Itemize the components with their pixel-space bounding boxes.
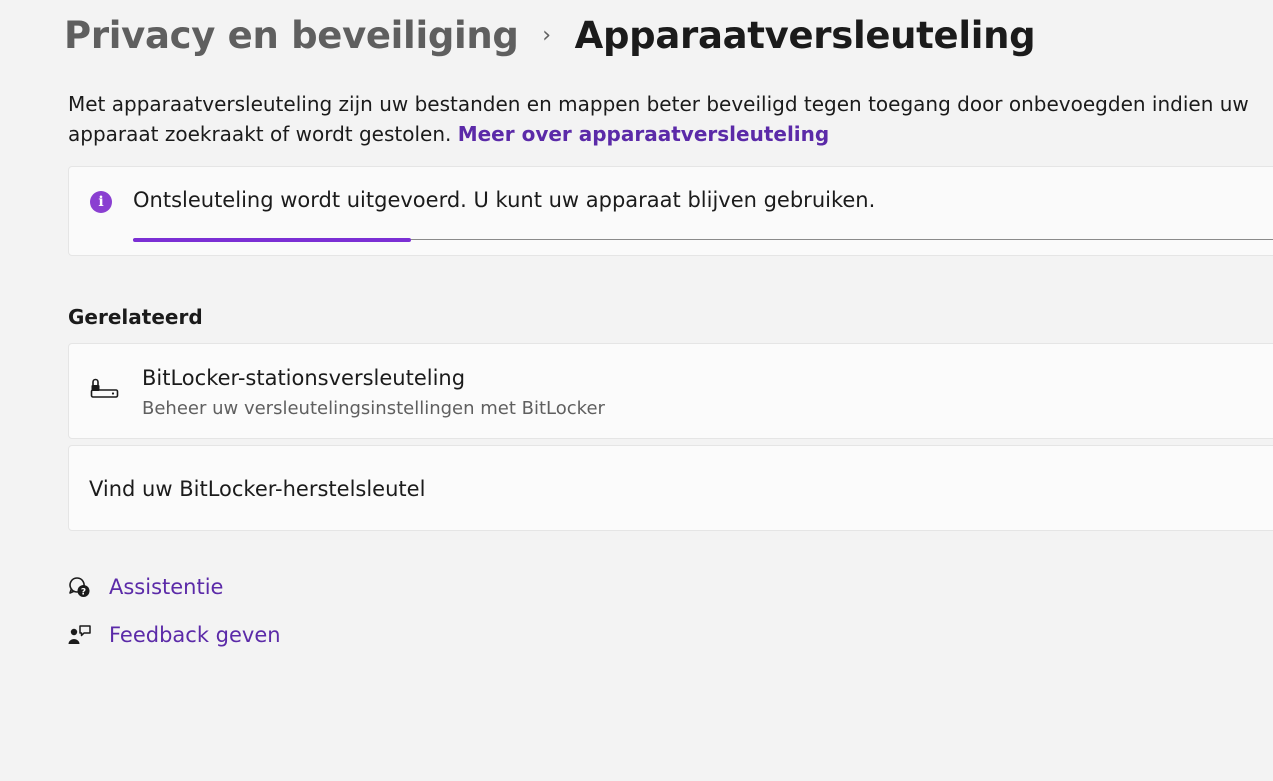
- find-recovery-key-card[interactable]: Vind uw BitLocker-herstelsleutel: [68, 445, 1273, 531]
- get-help-label: Assistentie: [109, 575, 224, 599]
- get-help-link[interactable]: ? Assistentie: [68, 575, 223, 599]
- status-message: Ontsleuteling wordt uitgevoerd. U kunt u…: [133, 188, 876, 212]
- info-icon: i: [90, 191, 112, 213]
- svg-text:?: ?: [81, 588, 86, 598]
- status-infobar: i Ontsleuteling wordt uitgevoerd. U kunt…: [68, 166, 1273, 256]
- progress-bar-fill: [133, 238, 412, 242]
- page-description: Met apparaatversleuteling zijn uw bestan…: [68, 89, 1273, 149]
- breadcrumb-separator: ›: [542, 23, 552, 48]
- description-line-1: Met apparaatversleuteling zijn uw bestan…: [68, 92, 1249, 116]
- help-chat-icon: ?: [69, 577, 90, 598]
- drive-lock-icon: [90, 378, 119, 398]
- feedback-icon: [68, 625, 91, 644]
- give-feedback-label: Feedback geven: [109, 623, 281, 647]
- bitlocker-card-title: BitLocker-stationsversleuteling: [142, 366, 466, 390]
- recovery-key-card-title: Vind uw BitLocker-herstelsleutel: [89, 477, 426, 501]
- breadcrumb: Privacy en beveiliging › Apparaatversleu…: [64, 14, 1036, 57]
- breadcrumb-parent[interactable]: Privacy en beveiliging: [64, 14, 519, 57]
- give-feedback-link[interactable]: Feedback geven: [68, 623, 281, 647]
- learn-more-link[interactable]: Meer over apparaatversleuteling: [458, 122, 829, 146]
- bitlocker-drive-encryption-card[interactable]: BitLocker-stationsversleuteling Beheer u…: [68, 343, 1273, 439]
- description-line-2-wrapper: apparaat zoekraakt of wordt gestolen. Me…: [68, 119, 1273, 149]
- related-section-title: Gerelateerd: [68, 305, 203, 329]
- bitlocker-card-subtitle: Beheer uw versleutelingsinstellingen met…: [142, 398, 605, 419]
- page-title: Apparaatversleuteling: [574, 14, 1036, 57]
- description-line-2: apparaat zoekraakt of wordt gestolen.: [68, 122, 452, 146]
- settings-page: Privacy en beveiliging › Apparaatversleu…: [0, 0, 1273, 781]
- progress-bar: [133, 238, 1273, 242]
